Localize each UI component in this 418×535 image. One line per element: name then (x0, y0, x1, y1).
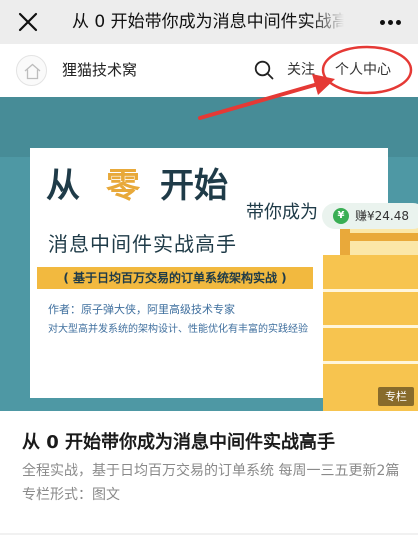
article-summary: 全程实战，基于日均百万交易的订单系统 每周一三五更新2篇 专栏形式：图文 (22, 463, 400, 503)
close-icon[interactable] (16, 10, 40, 34)
hero-suffix: 带你成为 (246, 202, 318, 223)
hero-text-1: 从 (46, 166, 80, 206)
hero-line-2: 消息中间件实战高手 (48, 232, 237, 256)
hero-author: 作者：原子弹大侠，阿里高级技术专家 (48, 303, 235, 316)
follow-button[interactable]: 关注 (287, 61, 315, 79)
top-navbar: 从 0 开始带你成为消息中间件实战高手 (0, 0, 418, 44)
home-icon (24, 63, 41, 80)
column-tag: 专栏 (378, 387, 414, 406)
earn-amount: 赚¥24.48 (355, 209, 409, 223)
earn-badge[interactable]: ¥ 赚¥24.48 (322, 203, 418, 229)
search-icon[interactable] (253, 59, 275, 81)
hero-description: 对大型高并发系统的架构设计、性能优化有丰富的实践经验 (48, 324, 308, 335)
article-title[interactable]: 从 0 开始带你成为消息中间件实战高手 (22, 431, 335, 455)
channel-avatar[interactable] (16, 55, 47, 86)
yuan-icon: ¥ (333, 208, 349, 224)
page-title: 从 0 开始带你成为消息中间件实战高手 (72, 12, 344, 32)
personal-center-link[interactable]: 个人中心 (335, 61, 391, 79)
channel-header: 狸猫技术窝 关注 个人中心 (0, 44, 418, 97)
hero-tagline: ( 基于日均百万交易的订单系统架构实战 ) (37, 267, 313, 289)
more-icon[interactable] (380, 20, 402, 26)
hero-text-3: 开始 (160, 166, 228, 206)
channel-name[interactable]: 狸猫技术窝 (62, 60, 137, 80)
hero-text-zero: 零 (106, 166, 140, 206)
course-banner[interactable]: 从 零 开始 带你成为 消息中间件实战高手 ( 基于日均百万交易的订单系统架构实… (0, 97, 418, 411)
